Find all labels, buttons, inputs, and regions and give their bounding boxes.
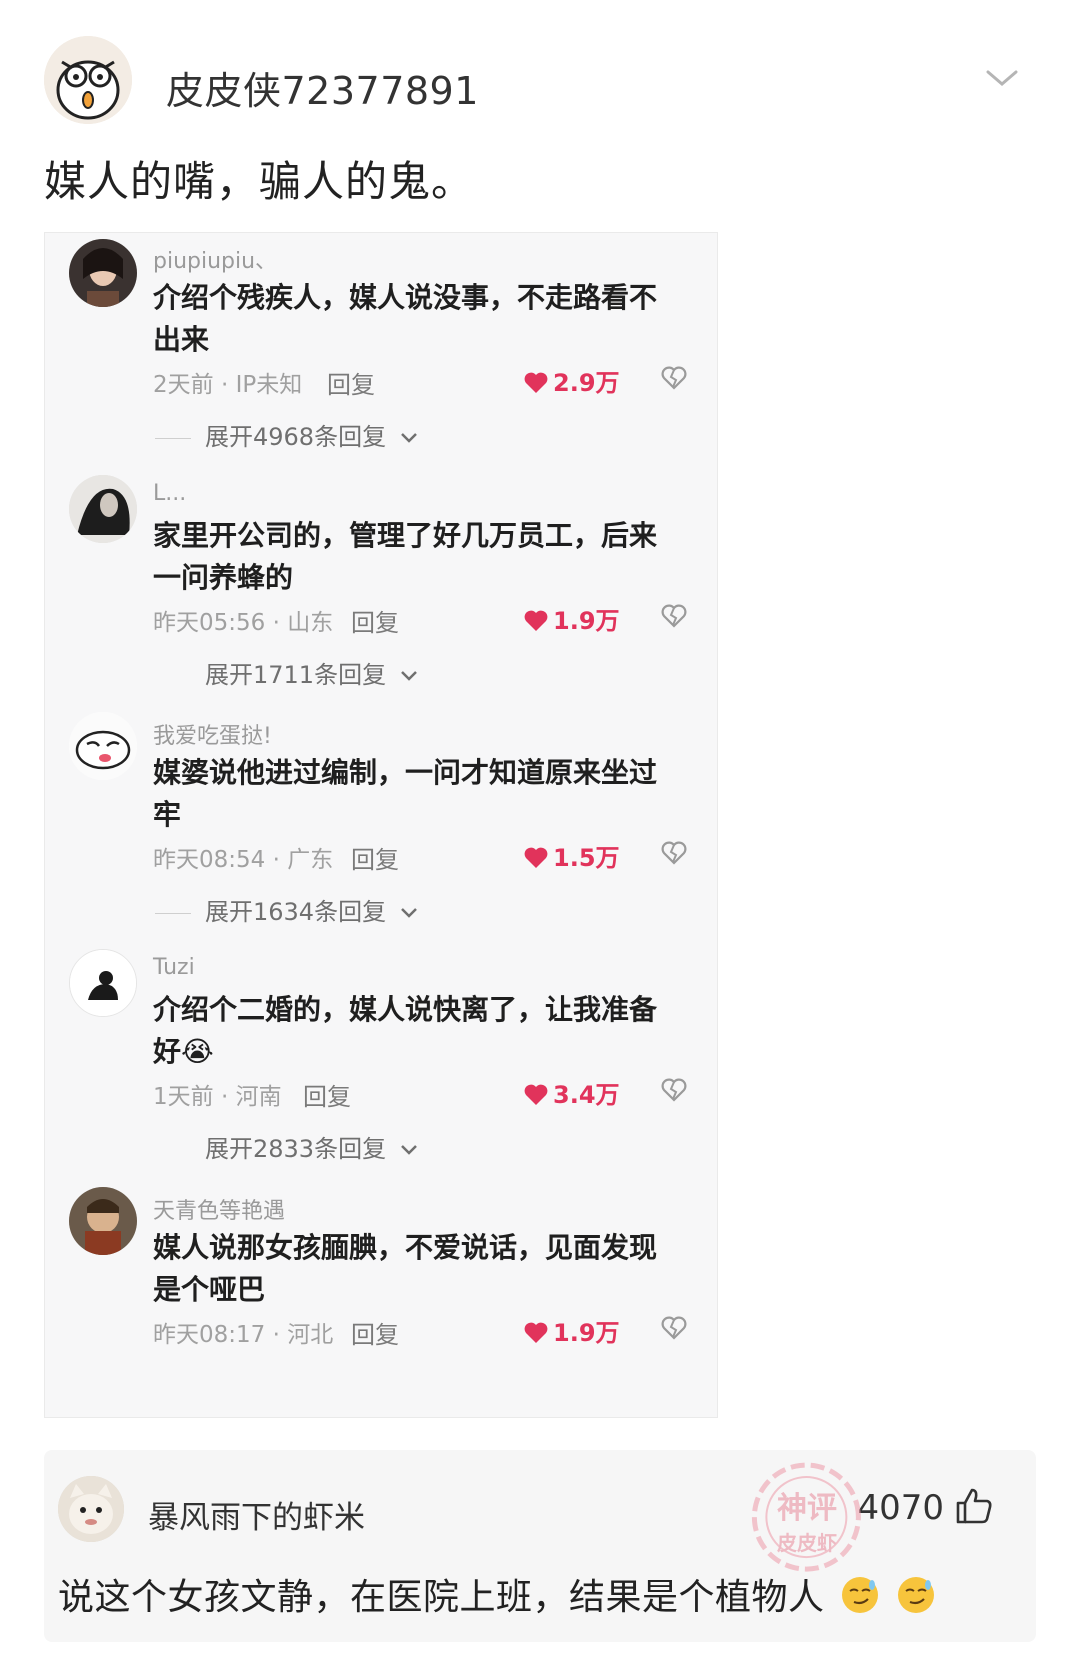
- comment-text-line: 家里开公司的，管理了好几万员工，后来: [153, 519, 658, 552]
- comment-text-line: 介绍个残疾人，媒人说没事，不走路看不: [153, 281, 658, 314]
- reply-button: 回复: [351, 846, 399, 874]
- poster-avatar[interactable]: [44, 36, 132, 124]
- comment-meta: 昨天08:17 · 河北: [153, 1322, 334, 1348]
- expand-replies: 展开1711条回复: [155, 655, 418, 690]
- reply-button: 回复: [327, 371, 375, 399]
- comment-username: L...: [153, 481, 187, 506]
- avatar: [69, 712, 137, 780]
- chevron-down-icon[interactable]: [984, 66, 1020, 90]
- avatar: [69, 1187, 137, 1255]
- comment-text-line: 媒人说那女孩腼腆，不爱说话，见面发现: [153, 1231, 658, 1264]
- comment-meta: 昨天08:54 · 广东: [153, 847, 334, 873]
- comment-meta: 2天前 · IP未知: [153, 372, 303, 398]
- expand-replies: 展开2833条回复: [155, 1129, 418, 1164]
- chevron-down-icon: [400, 1145, 417, 1155]
- watermark-text: 皮皮虾: [777, 1531, 837, 1555]
- reply-button: 回复: [351, 609, 399, 637]
- like-count: 1.9万: [523, 1313, 620, 1348]
- broken-heart-icon: [661, 1078, 687, 1102]
- comment-meta: 昨天05:56 · 山东: [153, 610, 334, 636]
- embedded-screenshot[interactable]: piupiupiu、 介绍个残疾人，媒人说没事，不走路看不 出来 2天前 · I…: [44, 232, 718, 1418]
- smirk-emoji-icon: [898, 1577, 935, 1613]
- broken-heart-icon: [661, 366, 687, 390]
- chevron-down-icon: [400, 433, 417, 443]
- expand-replies: 展开4968条回复: [155, 417, 418, 452]
- avatar: [69, 949, 137, 1017]
- comment-text-line: 是个哑巴: [153, 1273, 266, 1306]
- comment-text-line: 牢: [153, 798, 182, 831]
- reply-button: 回复: [351, 1321, 399, 1349]
- comment-username: 我爱吃蛋挞!: [153, 724, 272, 749]
- reply-button: 回复: [303, 1083, 351, 1111]
- heart-icon: [524, 847, 548, 868]
- comment-meta: 1天前 · 河南: [153, 1084, 282, 1110]
- broken-heart-icon: [661, 604, 687, 628]
- like-count: 2.9万: [523, 363, 620, 398]
- comment-text-line: 介绍个二婚的，媒人说快离了，让我准备: [153, 993, 658, 1026]
- comment-text-line: 出来: [153, 323, 210, 356]
- comment-text-line: 媒婆说他进过编制，一问才知道原来坐过: [153, 756, 658, 789]
- like-count: 3.4万: [523, 1075, 620, 1110]
- post-header: 皮皮侠72377891: [44, 36, 1044, 136]
- post-text: 媒人的嘴，骗人的鬼。: [44, 157, 475, 206]
- broken-heart-icon: [661, 841, 687, 865]
- comment-username: 天青色等艳遇: [153, 1199, 286, 1224]
- like-count: 1.5万: [523, 838, 620, 873]
- heart-icon: [524, 610, 548, 631]
- comment-text-line: 好😭: [153, 1035, 214, 1068]
- watermark-stamp: 神评 皮皮虾: [722, 1455, 892, 1585]
- top-comment-username[interactable]: 暴风雨下的虾米: [148, 1492, 365, 1537]
- avatar: [69, 239, 137, 307]
- poster-username[interactable]: 皮皮侠72377891: [166, 60, 479, 115]
- watermark-text: 神评: [777, 1491, 837, 1526]
- like-count: 1.9万: [523, 601, 620, 636]
- comment-username: piupiupiu、: [153, 249, 278, 274]
- avatar[interactable]: [58, 1476, 124, 1542]
- heart-icon: [524, 1322, 548, 1343]
- thumbs-up-icon[interactable]: [954, 1486, 994, 1526]
- heart-icon: [524, 372, 548, 393]
- comment-text-line: 一问养蜂的: [153, 561, 294, 594]
- heart-icon: [524, 1084, 548, 1105]
- broken-heart-icon: [661, 1316, 687, 1340]
- expand-replies: 展开1634条回复: [155, 892, 418, 927]
- chevron-down-icon: [400, 671, 417, 681]
- comment-username: Tuzi: [153, 955, 195, 980]
- avatar: [69, 475, 137, 543]
- chevron-down-icon: [400, 908, 417, 918]
